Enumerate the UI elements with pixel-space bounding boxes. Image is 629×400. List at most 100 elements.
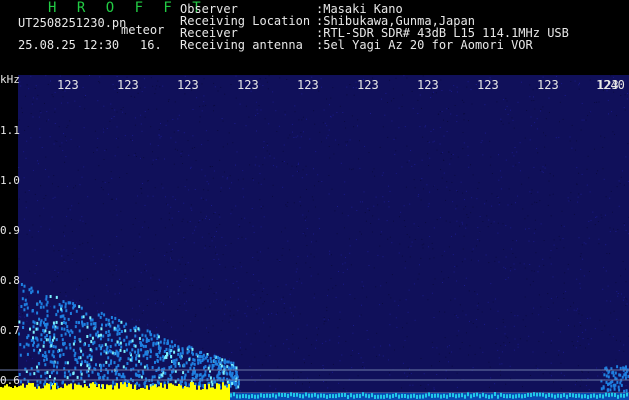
noise-speckle [359, 167, 361, 169]
carrier-band-low [410, 394, 412, 399]
date-time: 25.08.25 12:30 [18, 38, 120, 52]
carrier-band [80, 385, 82, 400]
noise-speckle [297, 164, 299, 165]
noise-speckle [623, 107, 625, 109]
signal-streak [103, 349, 106, 353]
noise-speckle [102, 181, 104, 183]
noise-speckle [260, 297, 262, 299]
noise-speckle [39, 215, 41, 217]
noise-speckle [499, 363, 501, 365]
signal-streak [86, 355, 89, 359]
noise-speckle [208, 288, 210, 290]
noise-speckle [559, 101, 561, 103]
signal-streak [86, 364, 89, 368]
signal-streak [86, 325, 89, 329]
noise-speckle [116, 92, 118, 93]
noise-speckle [222, 120, 224, 122]
noise-speckle [620, 340, 621, 342]
signal-streak [184, 373, 187, 377]
noise-speckle [409, 384, 411, 386]
signal-streak [65, 309, 68, 313]
signal-streak [85, 370, 88, 374]
noise-speckle [328, 373, 330, 375]
noise-speckle [468, 166, 470, 168]
noise-speckle [514, 315, 516, 317]
noise-speckle [433, 317, 435, 318]
noise-speckle [425, 388, 426, 390]
noise-speckle [561, 83, 563, 85]
noise-speckle [494, 298, 496, 300]
noise-speckle [27, 296, 29, 298]
noise-speckle [120, 210, 122, 212]
signal-streak [64, 302, 67, 306]
noise-speckle [274, 345, 276, 347]
signal-streak [109, 324, 112, 328]
noise-speckle [419, 94, 421, 96]
signal-streak [55, 295, 58, 299]
noise-speckle [360, 357, 362, 359]
noise-speckle [168, 100, 169, 102]
noise-speckle [561, 210, 563, 212]
signal-streak [119, 348, 122, 352]
noise-speckle [209, 285, 210, 287]
carrier-band-low [551, 393, 553, 398]
noise-speckle [97, 342, 99, 344]
noise-speckle [306, 324, 308, 326]
noise-speckle [179, 286, 181, 288]
noise-speckle [252, 257, 254, 258]
noise-speckle [185, 310, 187, 312]
noise-speckle [344, 121, 346, 122]
signal-streak [614, 383, 617, 387]
signal-streak [76, 375, 79, 379]
signal-streak [159, 346, 162, 350]
carrier-band-low [548, 392, 550, 397]
noise-speckle [395, 172, 397, 174]
noise-speckle [402, 94, 404, 96]
noise-speckle [305, 262, 307, 264]
signal-streak [66, 376, 69, 380]
noise-speckle [448, 345, 450, 347]
noise-speckle [217, 90, 219, 92]
signal-streak [625, 365, 627, 369]
noise-speckle [357, 375, 359, 377]
noise-speckle [430, 97, 432, 98]
noise-speckle [299, 196, 301, 198]
noise-speckle [130, 139, 132, 141]
noise-speckle [300, 132, 302, 134]
noise-speckle [488, 219, 490, 221]
signal-streak [49, 295, 52, 298]
signal-streak [45, 297, 48, 301]
noise-speckle [533, 166, 535, 168]
noise-speckle [67, 254, 69, 256]
noise-speckle [307, 255, 309, 257]
noise-speckle [308, 386, 310, 388]
noise-speckle [140, 114, 142, 116]
noise-speckle [617, 293, 619, 294]
noise-speckle [18, 119, 20, 121]
signal-streak [19, 353, 22, 357]
noise-speckle [612, 131, 614, 133]
noise-speckle [349, 238, 350, 240]
noise-speckle [339, 105, 341, 107]
noise-speckle [623, 224, 625, 226]
noise-speckle [35, 85, 37, 87]
noise-speckle [464, 113, 466, 115]
noise-speckle [54, 111, 56, 113]
noise-speckle [263, 322, 265, 324]
signal-streak [181, 351, 184, 355]
noise-speckle [295, 382, 296, 384]
signal-streak [62, 300, 65, 304]
carrier-band [64, 383, 66, 400]
noise-speckle [39, 136, 41, 138]
noise-speckle [51, 387, 52, 389]
signal-streak [95, 363, 97, 367]
noise-speckle [564, 95, 566, 96]
noise-speckle [445, 356, 447, 358]
carrier-band-low [365, 393, 367, 398]
signal-streak [108, 363, 111, 367]
signal-streak [123, 349, 126, 353]
noise-speckle [302, 169, 304, 171]
signal-streak [68, 301, 70, 305]
noise-speckle [107, 193, 109, 195]
noise-speckle [389, 79, 391, 81]
